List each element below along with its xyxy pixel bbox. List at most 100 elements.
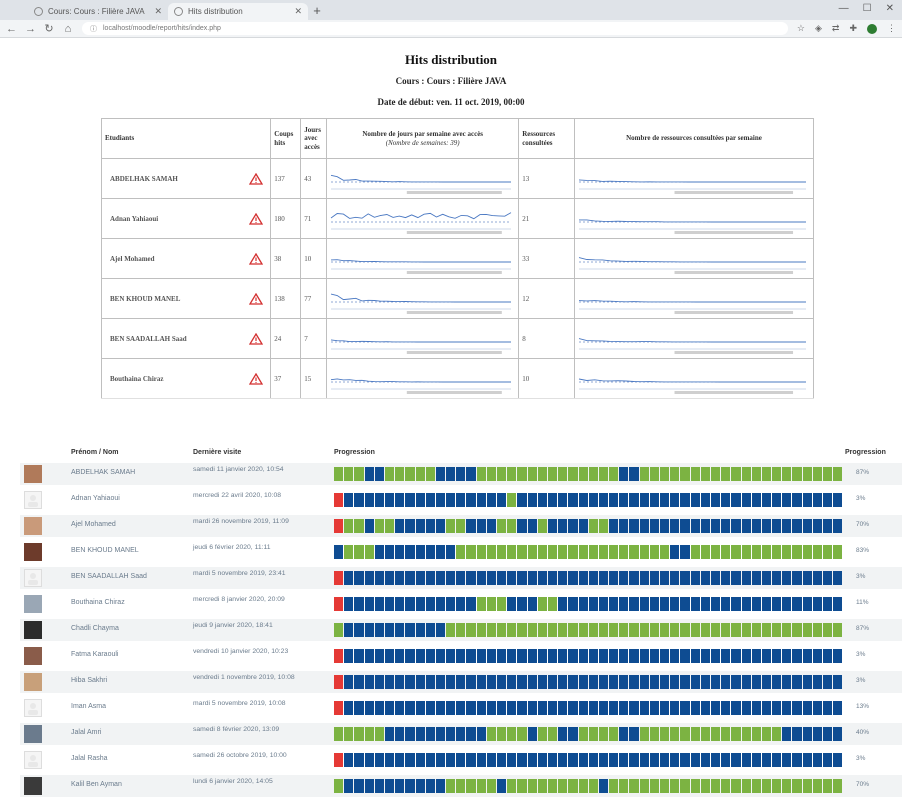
progress-segment[interactable] xyxy=(690,493,700,507)
progress-segment[interactable] xyxy=(670,597,680,611)
progress-segment[interactable] xyxy=(772,571,782,585)
progress-segment[interactable] xyxy=(649,701,659,715)
progress-segment[interactable] xyxy=(568,701,578,715)
progress-segment[interactable] xyxy=(802,571,812,585)
progress-segment[interactable] xyxy=(405,493,415,507)
translate-icon[interactable]: ⇄ xyxy=(832,23,840,34)
progress-segment[interactable] xyxy=(629,727,639,741)
progress-segment[interactable] xyxy=(558,779,568,793)
progress-segment[interactable] xyxy=(364,571,374,585)
browser-tab-course[interactable]: Cours: Cours : Filière JAVA ✕ xyxy=(28,3,168,20)
progress-segment[interactable] xyxy=(629,467,639,481)
progress-segment[interactable] xyxy=(629,779,639,793)
progress-segment[interactable] xyxy=(833,545,843,559)
progress-segment[interactable] xyxy=(649,779,659,793)
progress-segment[interactable] xyxy=(700,727,710,741)
progress-segment[interactable] xyxy=(731,467,741,481)
progress-segment[interactable] xyxy=(731,623,741,637)
progress-segment[interactable] xyxy=(537,597,547,611)
avatar[interactable] xyxy=(24,543,42,561)
progress-segment[interactable] xyxy=(497,493,507,507)
progress-segment[interactable] xyxy=(507,519,517,533)
progress-segment[interactable] xyxy=(639,753,649,767)
progress-segment[interactable] xyxy=(680,701,690,715)
progress-segment[interactable] xyxy=(721,519,731,533)
progress-segment[interactable] xyxy=(578,649,588,663)
progress-segment[interactable] xyxy=(374,649,384,663)
sparkline-scrollbar[interactable] xyxy=(674,230,794,234)
progress-segment[interactable] xyxy=(486,623,496,637)
progress-segment[interactable] xyxy=(629,623,639,637)
close-icon[interactable]: ✕ xyxy=(154,6,162,17)
progress-segment[interactable] xyxy=(405,701,415,715)
progress-segment[interactable] xyxy=(812,675,822,689)
progress-segment[interactable] xyxy=(446,519,456,533)
progress-segment[interactable] xyxy=(344,493,354,507)
student-name[interactable]: Hiba Sakhri xyxy=(71,677,107,684)
progress-segment[interactable] xyxy=(395,779,405,793)
progress-segment[interactable] xyxy=(731,779,741,793)
student-name[interactable]: Ajel Mohamed xyxy=(71,521,116,528)
progress-segment[interactable] xyxy=(364,753,374,767)
progress-segment[interactable] xyxy=(558,675,568,689)
progress-segment[interactable] xyxy=(527,597,537,611)
progress-segment[interactable] xyxy=(639,571,649,585)
progress-segment[interactable] xyxy=(731,727,741,741)
progress-segment[interactable] xyxy=(731,571,741,585)
progress-segment[interactable] xyxy=(527,779,537,793)
progress-segment[interactable] xyxy=(609,649,619,663)
progress-segment[interactable] xyxy=(486,467,496,481)
progress-segment[interactable] xyxy=(700,519,710,533)
progress-segment[interactable] xyxy=(812,623,822,637)
progress-segment[interactable] xyxy=(578,571,588,585)
progress-segment[interactable] xyxy=(649,623,659,637)
student-name[interactable]: Chadli Chayma xyxy=(71,625,119,632)
address-bar[interactable]: ⓘ localhost/moodle/report/hits/index.php xyxy=(82,22,788,35)
progress-segment[interactable] xyxy=(761,571,772,585)
progress-segment[interactable] xyxy=(466,675,476,689)
progress-segment[interactable] xyxy=(547,467,558,481)
progress-segment[interactable] xyxy=(731,649,741,663)
progress-segment[interactable] xyxy=(435,571,446,585)
progress-segment[interactable] xyxy=(700,675,710,689)
progress-segment[interactable] xyxy=(833,701,843,715)
progress-segment[interactable] xyxy=(354,467,364,481)
progress-segment[interactable] xyxy=(761,467,772,481)
progress-segment[interactable] xyxy=(547,623,558,637)
progress-segment[interactable] xyxy=(507,623,517,637)
progress-segment[interactable] xyxy=(588,675,598,689)
progress-segment[interactable] xyxy=(772,519,782,533)
progress-segment[interactable] xyxy=(364,493,374,507)
progress-segment[interactable] xyxy=(639,623,649,637)
progress-segment[interactable] xyxy=(619,597,629,611)
progress-segment[interactable] xyxy=(751,597,761,611)
progress-segment[interactable] xyxy=(344,597,354,611)
forward-icon[interactable]: → xyxy=(25,23,36,35)
progress-segment[interactable] xyxy=(558,545,568,559)
progress-segment[interactable] xyxy=(354,597,364,611)
progress-segment[interactable] xyxy=(334,753,344,767)
progress-segment[interactable] xyxy=(700,571,710,585)
progress-segment[interactable] xyxy=(660,493,670,507)
student-name[interactable]: BEN KHOUD MANEL xyxy=(110,295,180,303)
progress-segment[interactable] xyxy=(497,571,507,585)
progress-segment[interactable] xyxy=(374,779,384,793)
progress-segment[interactable] xyxy=(425,649,435,663)
progress-segment[interactable] xyxy=(334,623,344,637)
progress-segment[interactable] xyxy=(405,519,415,533)
progress-segment[interactable] xyxy=(415,779,425,793)
progress-segment[interactable] xyxy=(772,493,782,507)
progress-segment[interactable] xyxy=(833,623,843,637)
progress-segment[interactable] xyxy=(415,623,425,637)
progress-segment[interactable] xyxy=(354,701,364,715)
progress-segment[interactable] xyxy=(568,623,578,637)
progress-segment[interactable] xyxy=(405,675,415,689)
progress-segment[interactable] xyxy=(629,701,639,715)
progress-segment[interactable] xyxy=(649,727,659,741)
progress-segment[interactable] xyxy=(354,519,364,533)
progress-segment[interactable] xyxy=(751,623,761,637)
progress-segment[interactable] xyxy=(405,779,415,793)
progress-segment[interactable] xyxy=(537,649,547,663)
progress-segment[interactable] xyxy=(660,649,670,663)
progress-segment[interactable] xyxy=(751,545,761,559)
